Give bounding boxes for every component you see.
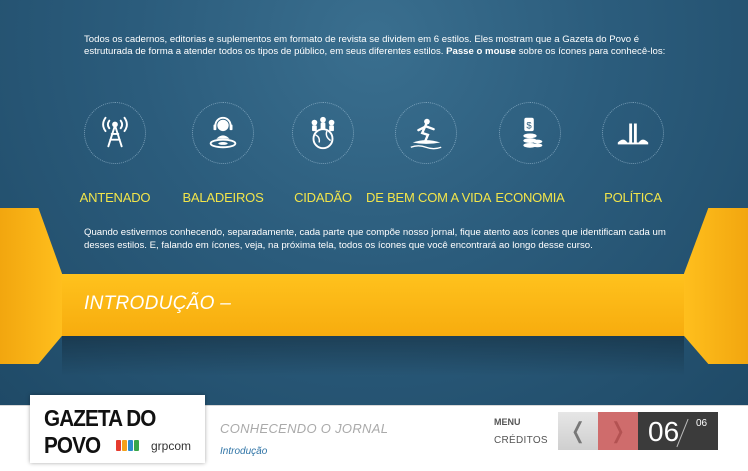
politics-icon[interactable]: [602, 102, 664, 164]
style-label: CIDADÃO: [294, 190, 352, 205]
bottom-text: Quando estivermos conhecendo, separadame…: [84, 227, 666, 251]
intro-text-bold: Passe o mouse: [446, 46, 516, 57]
menu-link[interactable]: MENU: [494, 417, 521, 427]
credits-link[interactable]: CRÉDITOS: [494, 435, 548, 446]
style-label: ANTENADO: [79, 190, 151, 205]
style-label: ECONOMIA: [495, 190, 565, 205]
page-counter: 06 06: [638, 412, 718, 450]
course-subtitle: Introdução: [220, 446, 268, 457]
logo-sub: grpcom: [150, 439, 191, 453]
antenna-tower-icon[interactable]: [84, 102, 146, 164]
svg-text:$: $: [526, 120, 532, 131]
style-de-bem-com-a-vida[interactable]: DE BEM COM A VIDA: [366, 102, 492, 205]
surfer-icon[interactable]: [395, 102, 457, 164]
band-side-left: [0, 208, 62, 364]
style-economia[interactable]: $ ECONOMIA: [470, 102, 590, 205]
logo: GAZETA DO POVO grpcom: [30, 395, 205, 463]
style-label: POLÍTICA: [604, 190, 662, 205]
next-button[interactable]: ❭: [598, 412, 638, 450]
globe-people-icon[interactable]: [292, 102, 354, 164]
band-side-right: [684, 208, 748, 364]
money-coins-icon[interactable]: $: [499, 102, 561, 164]
intro-text-part2: sobre os ícones para conhecê-los:: [515, 46, 666, 57]
course-title: CONHECENDO O JORNAL: [220, 421, 389, 436]
band-shadow: [62, 336, 684, 376]
style-label: DE BEM COM A VIDA: [366, 190, 492, 205]
intro-text: Todos os cadernos, editorias e suplement…: [84, 34, 674, 58]
style-politica[interactable]: POLÍTICA: [573, 102, 693, 205]
prev-button[interactable]: ❬: [558, 412, 598, 450]
page-current: 06: [648, 416, 680, 447]
grpcom-mark-icon: [116, 440, 139, 451]
chevron-right-icon: ❭: [608, 418, 628, 443]
section-title: INTRODUÇÃO –: [84, 293, 232, 314]
style-icons: ANTENADO BALADEIROS CIDADÃO DE BEM COM A…: [0, 102, 748, 222]
chevron-left-icon: ❬: [568, 418, 588, 443]
style-antenado[interactable]: ANTENADO: [55, 102, 175, 205]
page-total: 06: [696, 418, 708, 429]
style-cidadao[interactable]: CIDADÃO: [263, 102, 383, 205]
stage: Todos os cadernos, editorias e suplement…: [0, 0, 748, 405]
dj-icon[interactable]: [192, 102, 254, 164]
